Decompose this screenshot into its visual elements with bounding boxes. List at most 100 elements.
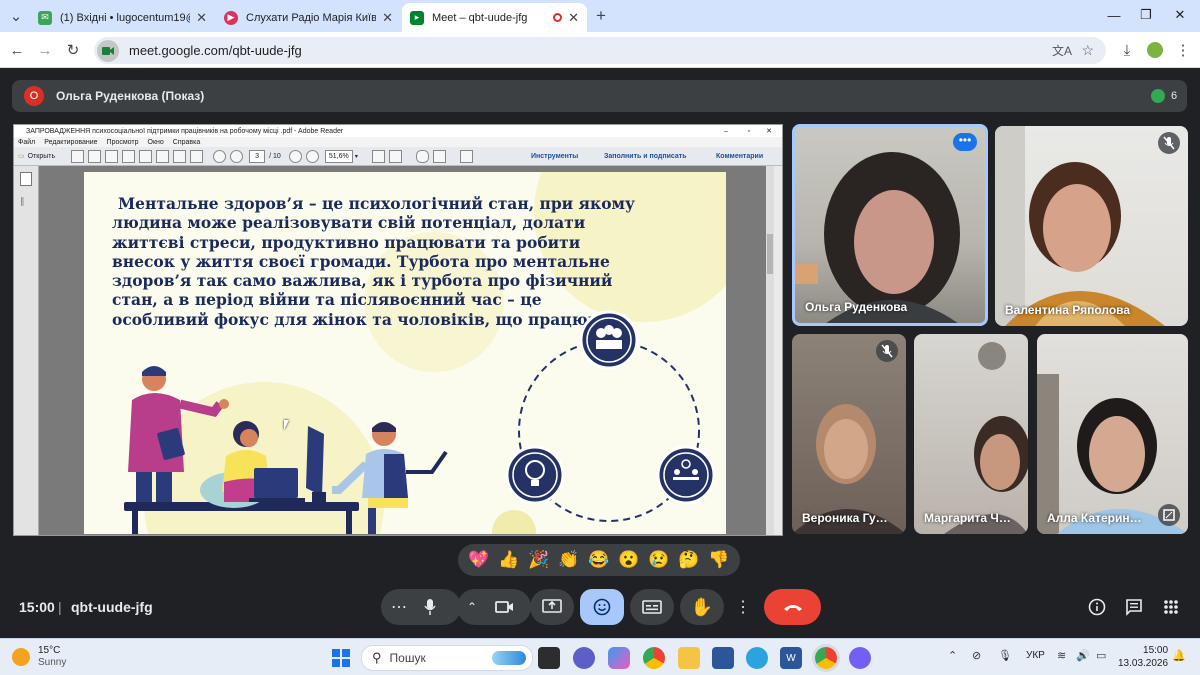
- participant-tile[interactable]: Маргарита Ч…: [914, 334, 1028, 534]
- participant-tile[interactable]: ••• Ольга Руденкова: [792, 124, 988, 326]
- teams-icon[interactable]: [573, 647, 595, 669]
- camera-off-icon[interactable]: ⊘: [972, 649, 981, 662]
- thinking-reaction[interactable]: 🤔: [678, 550, 699, 570]
- open-folder-icon: ▭: [18, 153, 25, 160]
- fill-sign-link: Заполнить и подписать: [604, 152, 687, 160]
- volume-icon[interactable]: 🔊: [1076, 649, 1090, 662]
- hang-up-icon: [783, 605, 802, 611]
- more-options-button[interactable]: ⋮: [730, 589, 756, 625]
- browser-menu-icon[interactable]: ⋮: [1172, 39, 1194, 61]
- system-clock[interactable]: 15:00 13.03.2026: [1118, 644, 1168, 670]
- download-icon[interactable]: ⤓: [1116, 39, 1138, 61]
- radio-icon: ▶: [224, 10, 238, 25]
- participant-tile[interactable]: Алла Катерин…: [1037, 334, 1188, 534]
- people-count: 6: [1170, 90, 1178, 102]
- thumbs-up-reaction[interactable]: 👍: [498, 550, 519, 570]
- search-placeholder: Пошук: [389, 651, 426, 665]
- chrome-icon[interactable]: [643, 647, 665, 669]
- weather-widget[interactable]: 15°C Sunny: [12, 645, 66, 669]
- maximize-button[interactable]: ❐: [1128, 4, 1164, 26]
- pdf-icon: [88, 149, 102, 163]
- close-icon[interactable]: ✕: [382, 10, 393, 26]
- pages-icon: [20, 172, 32, 186]
- camera-icon[interactable]: [495, 600, 515, 614]
- site-info-icon[interactable]: [97, 39, 119, 62]
- tab-title: Meet – qbt-uude-jfg: [432, 11, 528, 24]
- comments-link: Комментарии: [716, 152, 764, 160]
- close-window-button[interactable]: ✕: [1162, 4, 1198, 26]
- wifi-icon[interactable]: ≋: [1057, 649, 1066, 662]
- raise-hand-button[interactable]: ✋: [680, 589, 724, 625]
- emoji-reactions-button[interactable]: [580, 589, 624, 625]
- meet-window: О Ольга Руденкова (Показ) 6 ЗАПРОВАДЖЕНН…: [0, 68, 1200, 638]
- minimize-button[interactable]: —: [1096, 4, 1132, 26]
- new-tab-button[interactable]: +: [590, 5, 612, 27]
- language-indicator[interactable]: УКР: [1026, 650, 1045, 661]
- pdf-scrollbar: [766, 166, 774, 535]
- image-app-icon[interactable]: [712, 647, 734, 669]
- clapping-reaction[interactable]: 👏: [558, 550, 579, 570]
- back-button[interactable]: ←: [6, 39, 28, 61]
- present-screen-button[interactable]: [530, 589, 574, 625]
- sparkling-heart-reaction[interactable]: 💖: [468, 550, 489, 570]
- profile-avatar[interactable]: [1144, 39, 1166, 61]
- participant-video: [944, 342, 1028, 534]
- search-icon: ⚲: [372, 650, 382, 665]
- forward-button[interactable]: →: [34, 39, 56, 61]
- copilot-icon[interactable]: [608, 647, 630, 669]
- battery-icon[interactable]: ▭: [1096, 649, 1106, 662]
- chevron-up-icon[interactable]: ⌃: [948, 649, 957, 662]
- start-button[interactable]: [330, 647, 352, 669]
- captions-button[interactable]: [630, 589, 674, 625]
- participant-video: [792, 404, 906, 534]
- reload-button[interactable]: ↻: [62, 39, 84, 61]
- laughing-reaction[interactable]: 😂: [588, 550, 609, 570]
- tab-meet[interactable]: ▸ Meet – qbt-uude-jfg ✕: [402, 3, 587, 32]
- file-explorer-icon[interactable]: [678, 647, 700, 669]
- clock-date: 13.03.2026: [1118, 658, 1169, 669]
- address-bar[interactable]: meet.google.com/qbt-uude-jfg 文A ☆: [94, 37, 1106, 64]
- notification-bell-icon[interactable]: 🔔: [1172, 649, 1186, 662]
- people-count-button[interactable]: 6: [1141, 81, 1187, 111]
- chevron-up-icon[interactable]: ⌃: [467, 600, 477, 614]
- word-icon[interactable]: W: [780, 647, 802, 669]
- close-icon[interactable]: ✕: [196, 10, 207, 26]
- tab-mail[interactable]: ✉ (1) Вхідні • lugocentum19@ukr ✕: [30, 3, 215, 32]
- thumbs-down-reaction[interactable]: 👎: [708, 550, 729, 570]
- viber-icon[interactable]: [849, 647, 871, 669]
- participant-name: Алла Катерин…: [1047, 511, 1142, 525]
- participant-tile[interactable]: Вероника Гу…: [792, 334, 906, 534]
- fit-width-icon: [388, 149, 402, 163]
- tab-radio[interactable]: ▶ Слухати Радіо Марія Київ онл ✕: [216, 3, 401, 32]
- bookmark-star-icon[interactable]: ☆: [1081, 42, 1094, 59]
- chat-icon: [1126, 599, 1142, 616]
- more-options-icon[interactable]: •••: [953, 133, 977, 151]
- zoom-in-icon: [305, 149, 319, 163]
- participant-tile[interactable]: Валентина Ряполова: [995, 126, 1188, 326]
- sad-reaction[interactable]: 😢: [648, 550, 669, 570]
- close-icon[interactable]: ✕: [568, 10, 579, 26]
- telegram-icon[interactable]: [746, 647, 768, 669]
- pin-tile-icon[interactable]: [1158, 504, 1180, 526]
- tab-search-icon[interactable]: ⌄: [5, 5, 27, 27]
- meeting-details-button[interactable]: [1084, 589, 1110, 625]
- emoji-icon: [593, 598, 611, 616]
- open-label: Открыть: [27, 152, 56, 160]
- microphone-icon[interactable]: 🎙: [998, 649, 1012, 662]
- highlight-icon: [432, 149, 446, 163]
- presenter-bar: О Ольга Руденкова (Показ): [12, 80, 1187, 112]
- video-control-group: ⌃: [457, 589, 531, 625]
- activities-button[interactable]: [1158, 589, 1184, 625]
- translate-icon[interactable]: 文A: [1052, 42, 1072, 59]
- party-popper-reaction[interactable]: 🎉: [528, 550, 549, 570]
- microphone-icon[interactable]: [423, 598, 437, 616]
- taskbar-search[interactable]: ⚲ Пошук: [361, 645, 533, 671]
- chrome-profile-icon[interactable]: [815, 647, 837, 669]
- surprised-reaction[interactable]: 😮: [618, 550, 639, 570]
- chat-button[interactable]: [1121, 589, 1147, 625]
- task-view-icon[interactable]: [538, 647, 560, 669]
- zoom-dropdown-icon: ▾: [354, 153, 358, 160]
- create-icon: [71, 149, 85, 163]
- audio-options-icon[interactable]: ⋯: [391, 597, 407, 617]
- leave-call-button[interactable]: [764, 589, 821, 625]
